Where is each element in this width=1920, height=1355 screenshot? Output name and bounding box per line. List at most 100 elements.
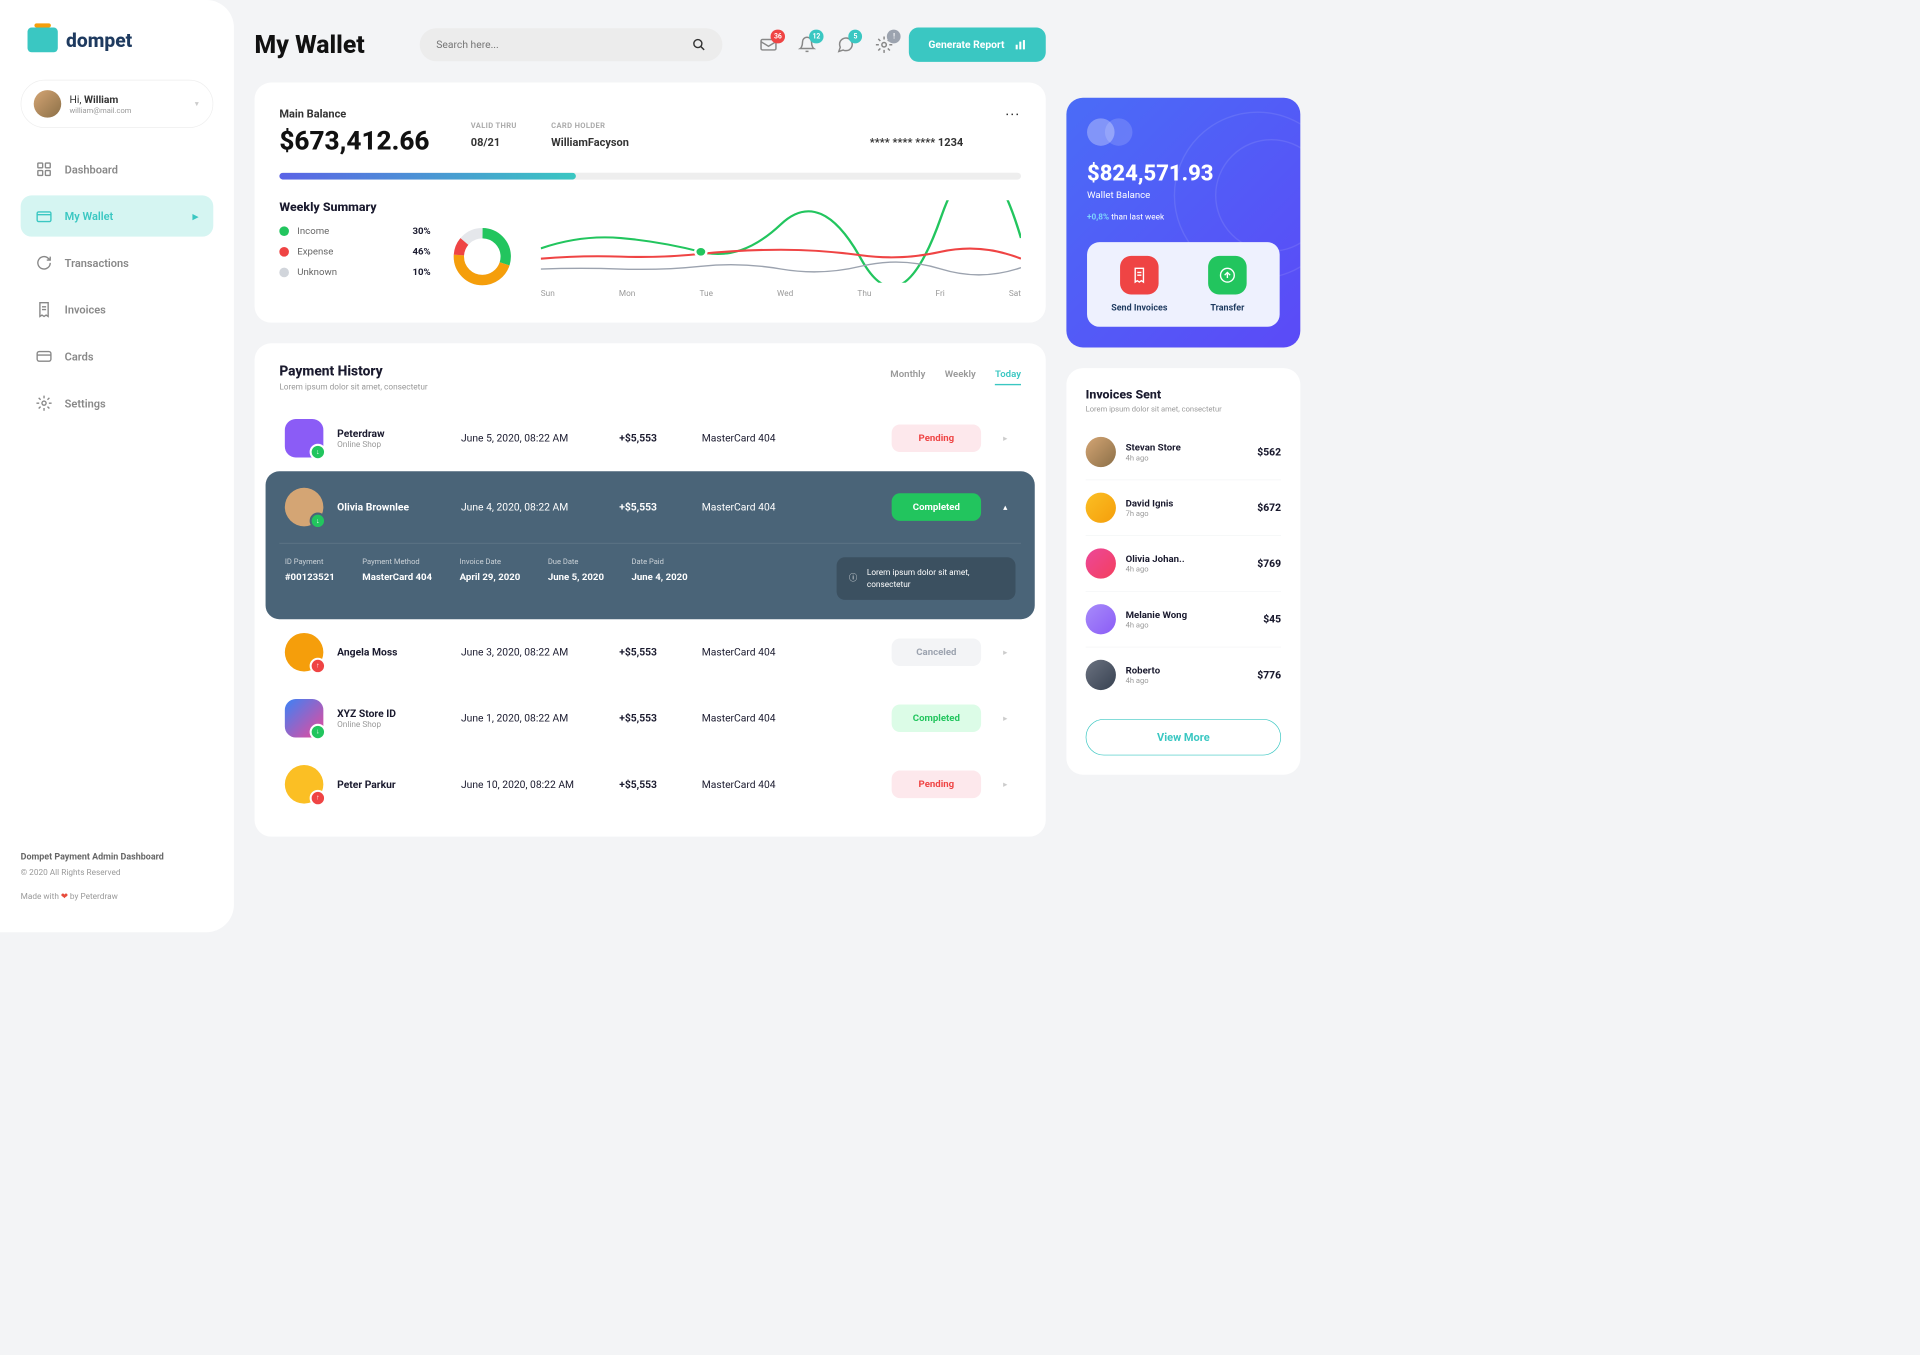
mail-badge: 36 — [771, 30, 786, 44]
invoices-sent-card: Invoices Sent Lorem ipsum dolor sit amet… — [1066, 368, 1300, 775]
nav-label: Dashboard — [65, 163, 118, 176]
search-icon — [692, 38, 706, 52]
invoice-row[interactable]: Roberto4h ago$776 — [1086, 647, 1281, 702]
merchant-avatar: ↓ — [285, 419, 324, 458]
chevron-down-icon: ▼ — [193, 100, 200, 108]
payment-row[interactable]: ↑ Peter Parkur June 10, 2020, 08:22 AM +… — [279, 751, 1021, 817]
chat-badge: 5 — [849, 30, 863, 44]
payment-row[interactable]: ↑ Angela Moss June 3, 2020, 08:22 AM +$5… — [279, 619, 1021, 685]
tab-today[interactable]: Today — [995, 369, 1021, 386]
merchant-avatar: ↑ — [285, 633, 324, 672]
valid-thru: 08/21 — [471, 136, 517, 149]
payment-history-card: Payment History Lorem ipsum dolor sit am… — [255, 343, 1046, 836]
chevron-right-icon[interactable]: ▸ — [995, 433, 1016, 443]
info-icon: ⓘ — [849, 573, 857, 585]
settings-icon-button[interactable]: ! — [873, 34, 895, 56]
invoice-row[interactable]: David Ignis7h ago$672 — [1086, 480, 1281, 536]
wallet-logo-icon — [28, 28, 58, 53]
contact-avatar — [1086, 493, 1116, 523]
invoice-row[interactable]: Melanie Wong4h ago$45 — [1086, 592, 1281, 648]
status-badge: Pending — [892, 424, 981, 452]
nav-label: Settings — [65, 397, 106, 410]
contact-avatar — [1086, 548, 1116, 578]
weekly-line-chart: SunMonTueWedThuFriSat — [541, 200, 1021, 298]
chevron-right-icon[interactable]: ▸ — [995, 713, 1016, 723]
status-badge: Completed — [892, 704, 981, 732]
mastercard-icon — [1087, 118, 1280, 146]
grid-icon — [36, 161, 53, 178]
nav-invoices[interactable]: Invoices — [21, 289, 214, 330]
chevron-right-icon[interactable]: ▸ — [995, 647, 1016, 657]
wallet-icon — [36, 208, 53, 225]
chevron-up-icon[interactable]: ▴ — [995, 502, 1016, 512]
view-more-button[interactable]: View More — [1086, 719, 1281, 755]
status-dot-icon: ↓ — [310, 444, 327, 461]
donut-chart — [451, 226, 513, 288]
card-number: **** **** **** 1234 — [870, 136, 963, 149]
refresh-icon — [36, 255, 53, 272]
nav-dashboard[interactable]: Dashboard — [21, 149, 214, 190]
tab-monthly[interactable]: Monthly — [890, 369, 925, 386]
wallet-balance-card: $824,571.93 Wallet Balance +0,8% than la… — [1066, 98, 1300, 348]
generate-report-button[interactable]: Generate Report — [909, 28, 1046, 62]
bell-badge: 12 — [809, 30, 824, 44]
payment-history-tabs: Monthly Weekly Today — [890, 369, 1021, 386]
nav-label: Cards — [65, 350, 94, 363]
payment-row-expanded: ↓ Olivia Brownlee June 4, 2020, 08:22 AM… — [266, 471, 1035, 619]
invoice-row[interactable]: Olivia Johan..4h ago$769 — [1086, 536, 1281, 592]
balance-label: Main Balance — [279, 107, 429, 120]
sidebar-nav: Dashboard My Wallet ▸ Transactions Invoi… — [21, 149, 214, 850]
status-badge: Completed — [892, 493, 981, 521]
transfer-button[interactable]: Transfer — [1189, 256, 1266, 313]
user-avatar — [34, 90, 62, 118]
nav-transactions[interactable]: Transactions — [21, 242, 214, 283]
user-profile-card[interactable]: Hi, William william@mail.com ▼ — [21, 80, 214, 128]
balance-card: Main Balance $673,412.66 VALID THRU 08/2… — [255, 83, 1046, 323]
user-greeting: Hi, William — [69, 93, 185, 105]
user-email: william@mail.com — [69, 106, 185, 115]
send-invoices-button[interactable]: Send Invoices — [1101, 256, 1178, 313]
nav-label: Invoices — [65, 303, 106, 316]
nav-settings[interactable]: Settings — [21, 383, 214, 424]
page-title: My Wallet — [255, 30, 365, 59]
chat-icon-button[interactable]: 5 — [835, 34, 857, 56]
wallet-label: Wallet Balance — [1087, 190, 1280, 201]
sidebar: dompet Hi, William william@mail.com ▼ Da… — [0, 0, 234, 932]
status-badge: Canceled — [892, 638, 981, 666]
status-badge: Pending — [892, 770, 981, 798]
status-dot-icon: ↓ — [310, 723, 327, 740]
mail-icon-button[interactable]: 36 — [758, 34, 780, 56]
payment-info-box: ⓘLorem ipsum dolor sit amet, consectetur — [837, 557, 1016, 599]
payment-row[interactable]: ↓ XYZ Store IDOnline Shop June 1, 2020, … — [279, 685, 1021, 751]
payment-row[interactable]: ↓ PeterdrawOnline Shop June 5, 2020, 08:… — [279, 405, 1021, 471]
upload-icon — [1208, 256, 1247, 295]
receipt-icon — [36, 301, 53, 318]
status-dot-icon: ↓ — [310, 513, 327, 530]
balance-progress — [279, 173, 1021, 180]
search-input[interactable] — [436, 39, 692, 51]
tab-weekly[interactable]: Weekly — [945, 369, 976, 386]
wallet-amount: $824,571.93 — [1087, 160, 1280, 186]
nav-label: My Wallet — [65, 209, 114, 222]
bar-chart-icon — [1014, 39, 1026, 51]
logo[interactable]: dompet — [21, 28, 214, 53]
card-holder: WilliamFacyson — [551, 136, 629, 149]
search-box[interactable] — [420, 28, 723, 61]
bell-icon-button[interactable]: 12 — [796, 34, 818, 56]
nav-my-wallet[interactable]: My Wallet ▸ — [21, 195, 214, 236]
nav-label: Transactions — [65, 256, 129, 269]
nav-cards[interactable]: Cards — [21, 336, 214, 377]
gear-icon — [36, 395, 53, 412]
invoice-icon — [1120, 256, 1159, 295]
payment-history-title: Payment History — [279, 363, 427, 380]
balance-amount: $673,412.66 — [279, 126, 429, 156]
more-menu-icon[interactable]: ⋮ — [1004, 107, 1021, 121]
merchant-avatar: ↓ — [285, 699, 324, 738]
contact-avatar — [1086, 660, 1116, 690]
merchant-avatar: ↑ — [285, 765, 324, 804]
brand-name: dompet — [66, 29, 132, 52]
status-dot-icon: ↑ — [310, 790, 327, 807]
card-icon — [36, 348, 53, 365]
chevron-right-icon[interactable]: ▸ — [995, 779, 1016, 789]
invoice-row[interactable]: Stevan Store4h ago$562 — [1086, 424, 1281, 480]
